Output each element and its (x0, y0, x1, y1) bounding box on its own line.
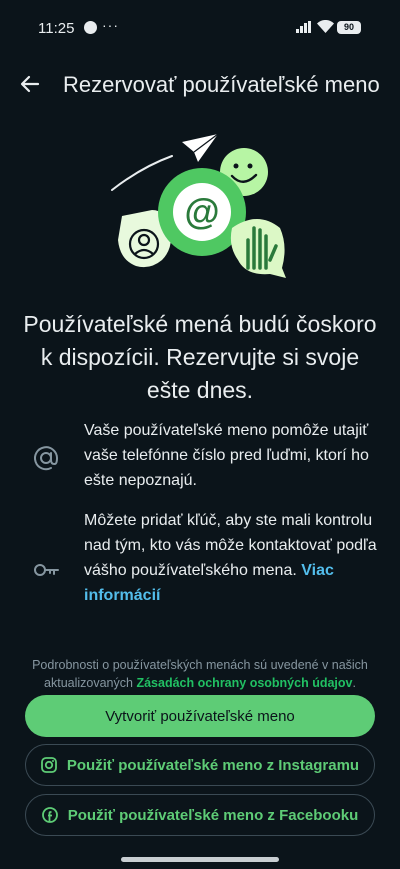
facebook-icon (41, 807, 58, 823)
wifi-icon (317, 20, 334, 33)
info-text-key: Môžete pridať kľúč, aby ste mali kontrol… (84, 508, 384, 608)
username-illustration: @ (111, 133, 286, 278)
back-button[interactable] (14, 68, 46, 100)
use-instagram-username-button[interactable]: Použiť používateľské meno z Instagramu (25, 744, 375, 786)
at-sign-icon (34, 446, 59, 471)
key-icon (34, 564, 59, 576)
battery-icon: 90 (337, 21, 361, 34)
privacy-note: Podrobnosti o používateľských menách sú … (16, 656, 384, 692)
create-username-label: Vytvoriť používateľské meno (105, 707, 295, 725)
app-bar: Rezervovať používateľské meno (0, 56, 400, 112)
info-text-privacy: Vaše používateľské meno pomôže utajiť va… (84, 422, 369, 489)
use-instagram-username-label: Použiť používateľské meno z Instagramu (66, 756, 360, 774)
info-item-key: Môžete pridať kľúč, aby ste mali kontrol… (0, 508, 400, 634)
page-title: Rezervovať používateľské meno (63, 72, 380, 97)
more-notifications-icon: ··· (102, 17, 119, 33)
create-username-button[interactable]: Vytvoriť používateľské meno (25, 695, 375, 737)
svg-text:@: @ (184, 191, 219, 232)
status-bar: 11:25 ··· 90 (0, 0, 400, 56)
privacy-note-end: . (352, 676, 356, 690)
use-facebook-username-button[interactable]: Použiť používateľské meno z Facebooku (25, 794, 375, 836)
status-time: 11:25 (38, 20, 75, 37)
instagram-icon (40, 757, 57, 773)
home-indicator[interactable] (121, 857, 279, 862)
messenger-icon (84, 21, 97, 34)
signal-icon (296, 21, 311, 33)
info-item-privacy: Vaše používateľské meno pomôže utajiť va… (0, 418, 400, 498)
privacy-policy-link[interactable]: Zásadách ochrany osobných údajov (136, 676, 352, 690)
headline: Používateľské mená budú čoskoro k dispoz… (23, 311, 377, 403)
use-facebook-username-label: Použiť používateľské meno z Facebooku (67, 806, 359, 824)
arrow-left-icon (20, 75, 40, 93)
